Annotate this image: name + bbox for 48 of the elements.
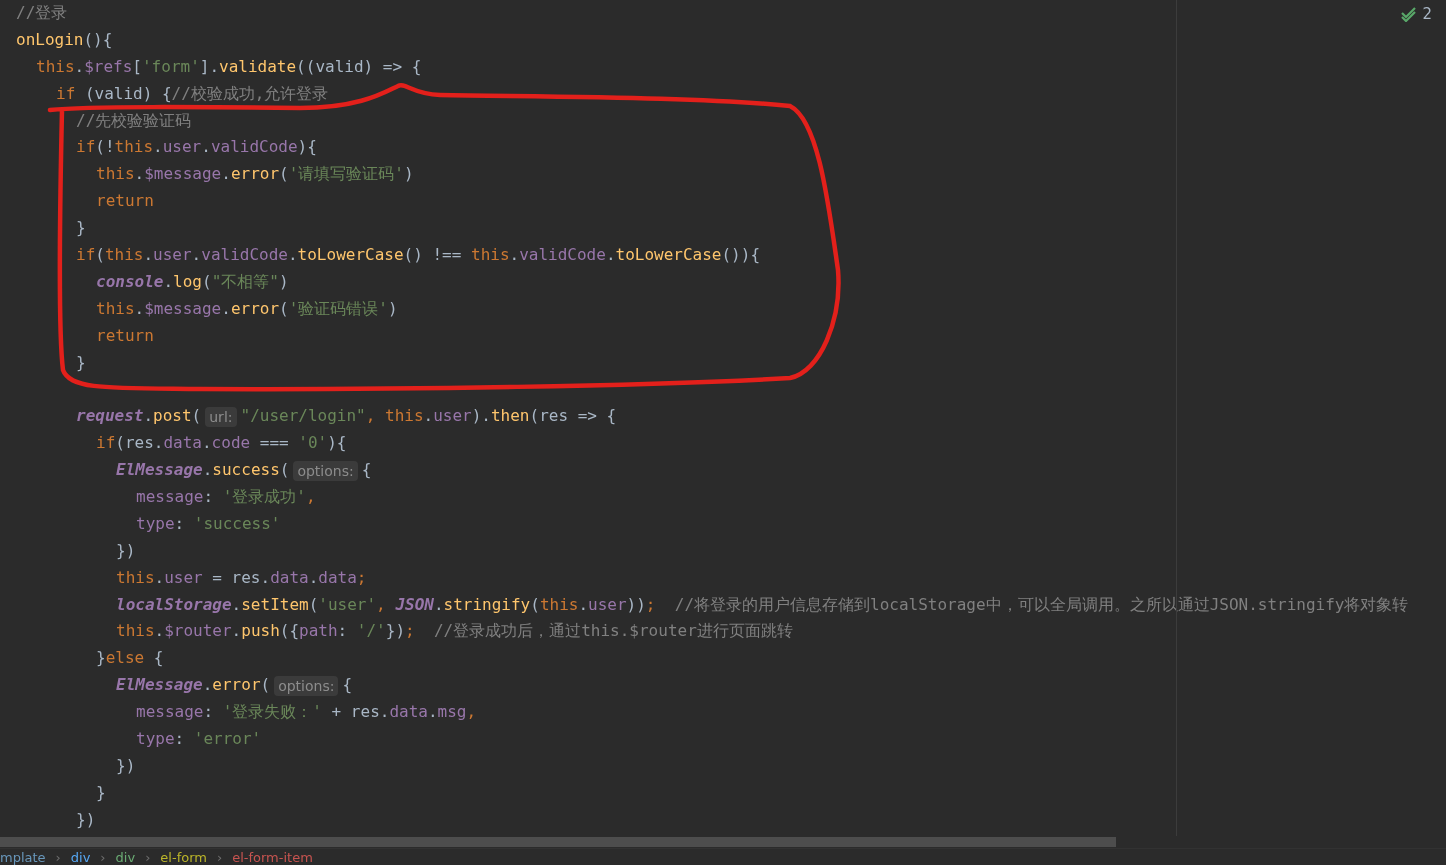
breadcrumb-item[interactable]: el-form — [160, 849, 207, 865]
code-text: this.user = res.data.data; — [116, 566, 367, 589]
breadcrumb-item[interactable]: div — [115, 849, 136, 865]
code-text: localStorage.setItem('user', JSON.stringify(this.user)); //将登录的用户信息存储到localStorage中，可以全局调用。之所以通过JSON.stringify将对象转 — [116, 593, 1409, 616]
parameter-hint: options: — [293, 460, 358, 481]
code-text: console.log("不相等") — [96, 270, 289, 293]
scrollbar-thumb[interactable] — [0, 837, 1116, 847]
code-text: onLogin(){ — [16, 28, 113, 51]
code-text: //登录 — [16, 2, 68, 24]
breadcrumb-separator: › — [100, 849, 106, 865]
code-text: if(this.user.validCode.toLowerCase() !== this.validCode.toLowerCase()){ — [76, 244, 760, 266]
breadcrumb-item[interactable]: mplate — [0, 849, 46, 865]
breadcrumb-separator: › — [216, 849, 223, 865]
code-text: { — [342, 674, 353, 697]
code-text: type: 'error' — [136, 728, 262, 751]
code-text: }) — [76, 808, 96, 831]
breadcrumb-separator: › — [55, 849, 61, 865]
check-icon — [1400, 6, 1419, 23]
code-text: this.$router.push({path: '/'}); //登录成功后，通过this.$router进行页面跳转 — [116, 620, 793, 643]
code-text: this.$refs['form'].validate((valid) => { — [36, 55, 422, 78]
code-text: ElMessage.success( — [116, 459, 290, 482]
breadcrumb-item[interactable]: div — [70, 849, 91, 865]
code-text: { — [361, 459, 372, 482]
breadcrumb-item[interactable]: el-form-item — [232, 849, 313, 865]
code-text: this.$message.error('验证码错误') — [96, 297, 398, 320]
parameter-hint: options: — [274, 675, 339, 696]
code-text: if(!this.user.validCode){ — [76, 136, 317, 159]
code-text: }) — [116, 539, 136, 562]
code-text: message: '登录成功', — [136, 486, 316, 509]
code-text: return — [96, 190, 154, 213]
code-text: } — [96, 781, 106, 804]
breadcrumb-separator: › — [145, 849, 151, 865]
code-text: return — [96, 324, 154, 347]
code-text: } — [76, 217, 86, 240]
parameter-hint: url: — [205, 406, 237, 427]
code-text: //先校验验证码 — [76, 109, 192, 132]
code-text: if(res.data.code === '0'){ — [96, 432, 347, 455]
code-text: "/user/login", this.user).then(res => { — [240, 405, 617, 428]
code-text: this.$message.error('请填写验证码') — [96, 163, 414, 186]
code-text: } — [76, 351, 86, 374]
code-text: ElMessage.error( — [116, 674, 271, 697]
code-text: type: 'success' — [136, 512, 281, 535]
code-text: }) — [116, 754, 136, 777]
code-text: if (valid) {//校验成功,允许登录 — [56, 82, 329, 105]
code-text: }else { — [96, 647, 164, 670]
code-text: message: '登录失败：' + res.data.msg, — [136, 701, 477, 724]
code-text: request.post( — [76, 405, 202, 428]
inspection-count[interactable]: 2 — [1422, 3, 1432, 26]
